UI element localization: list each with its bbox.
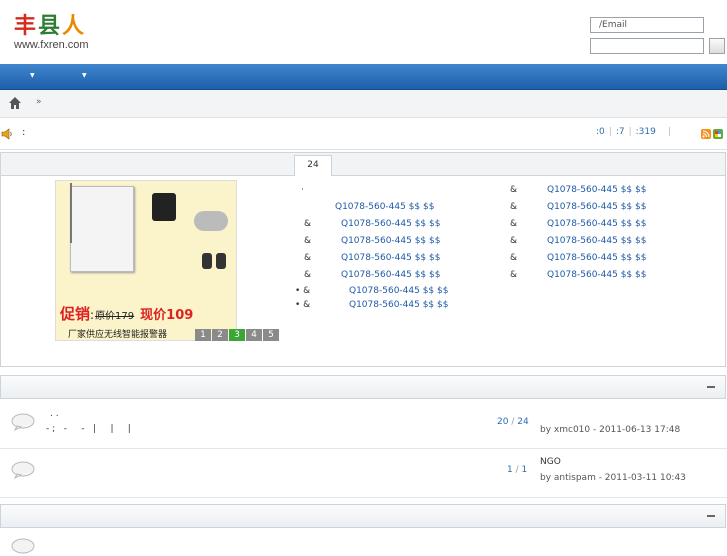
nav-dropdown-arrow-icon[interactable]: ▼ <box>82 73 87 79</box>
thread-link[interactable]: Q1078-560-445 $$ $$ <box>349 286 448 296</box>
adapter-image <box>152 193 176 221</box>
forum-row: . . - ; - - | | | 20 / 24 by xmc010 - 20… <box>0 400 727 449</box>
last-post-title[interactable]: NGO <box>540 457 561 467</box>
promo-page-5[interactable]: 5 <box>263 329 279 341</box>
forum-counts: 1 / 1 <box>507 465 528 475</box>
home-icon[interactable] <box>8 96 22 110</box>
list-bullet: & <box>304 236 312 246</box>
showcase-panel: 24 促销:原价179 现价109 厂家供应无线智能报警器 · Q1078-560-… <box>0 152 726 367</box>
promo-price-line: 促销:原价179 现价109 <box>60 305 194 323</box>
forum-bubble-icon <box>11 538 35 554</box>
password-field[interactable] <box>590 38 704 54</box>
breadcrumb-separator: » <box>36 97 42 107</box>
thread-link[interactable]: Q1078-560-445 $$ $$ <box>341 236 440 246</box>
list-bullet: & <box>304 253 312 263</box>
notice-text: : <box>22 127 26 138</box>
list-bullet: & <box>304 219 312 229</box>
notice-bar: : :0 |:7 |:319 | <box>0 118 727 150</box>
collapse-icon[interactable] <box>707 386 715 388</box>
forum-counts: 20 / 24 <box>497 417 529 427</box>
remote-image <box>202 253 212 269</box>
list-bullet: & <box>510 236 518 246</box>
list-bullet: & <box>304 270 312 280</box>
sensor-image <box>194 211 228 231</box>
promo-page-3[interactable]: 3 <box>229 329 245 341</box>
stat-total: :319 <box>635 127 656 137</box>
forum-bubble-icon <box>11 461 35 479</box>
showcase-tabs: 24 <box>1 153 725 176</box>
nav-dropdown-arrow-icon[interactable]: ▼ <box>30 73 35 79</box>
thread-link[interactable]: Q1078-560-445 $$ $$ <box>547 202 646 212</box>
feed-icon[interactable] <box>713 129 723 139</box>
topic-count: 1 <box>507 465 513 475</box>
thread-link[interactable]: Q1078-560-445 $$ $$ <box>349 300 448 310</box>
list-bullet: & <box>510 185 518 195</box>
stat-yesterday: :7 <box>615 127 625 137</box>
new-price: 现价109 <box>140 308 194 323</box>
remote-image <box>216 253 226 269</box>
topic-count: 20 <box>497 417 509 427</box>
list-bullet: & <box>510 270 518 280</box>
rss-icon[interactable] <box>701 129 711 139</box>
last-post[interactable]: by antispam - 2011-03-11 10:43 <box>540 473 686 483</box>
breadcrumb: » <box>0 90 727 118</box>
promo-footer: 厂家供应无线智能报警器 <box>68 330 168 340</box>
logo-url: www.fxren.com <box>14 39 89 51</box>
list-bullet: & <box>510 219 518 229</box>
list-bullet: • & <box>295 286 311 296</box>
thread-link[interactable]: Q1078-560-445 $$ $$ <box>341 219 440 229</box>
forum-row: 1 / 1 NGO by antispam - 2011-03-11 10:43 <box>0 449 727 498</box>
promo-page-4[interactable]: 4 <box>246 329 262 341</box>
forum-description: - ; - - | | | <box>46 424 131 434</box>
post-count: 1 <box>521 465 528 475</box>
list-bullet: & <box>510 202 518 212</box>
promo-image[interactable]: 促销:原价179 现价109 厂家供应无线智能报警器 <box>55 180 237 341</box>
forum-stats: :0 |:7 |:319 | <box>596 127 671 137</box>
thread-link[interactable]: Q1078-560-445 $$ $$ <box>547 253 646 263</box>
login-button[interactable] <box>709 38 725 54</box>
thread-link[interactable]: Q1078-560-445 $$ $$ <box>547 270 646 280</box>
forum-bubble-icon <box>11 413 35 431</box>
last-post[interactable]: by xmc010 - 2011-06-13 17:48 <box>540 425 680 435</box>
logo-text: 丰县人 <box>14 13 87 39</box>
stat-today: :0 <box>596 127 605 137</box>
thread-link[interactable]: Q1078-560-445 $$ $$ <box>547 185 646 195</box>
thread-link[interactable]: Q1078-560-445 $$ $$ <box>335 202 434 212</box>
promo-page-2[interactable]: 2 <box>212 329 228 341</box>
forum-category-header <box>0 504 726 528</box>
promo-page-1[interactable]: 1 <box>195 329 211 341</box>
speaker-icon <box>1 128 12 140</box>
thread-link[interactable]: Q1078-560-445 $$ $$ <box>547 219 646 229</box>
tab-24[interactable]: 24 <box>294 155 332 176</box>
list-bullet: & <box>510 253 518 263</box>
site-logo[interactable]: 丰县人 www.fxren.com <box>14 14 89 51</box>
list-bullet: · <box>301 185 304 195</box>
promo-word: 促销 <box>60 305 91 323</box>
site-header: 丰县人 www.fxren.com /Email <box>0 0 727 64</box>
forum-category-header <box>0 375 726 399</box>
forum-title[interactable]: . . <box>50 409 59 419</box>
thread-link[interactable]: Q1078-560-445 $$ $$ <box>341 253 440 263</box>
antenna-image <box>70 183 72 243</box>
main-nav: ▼ ▼ <box>0 64 727 90</box>
old-price: 原价179 <box>95 311 135 322</box>
list-bullet: • & <box>295 300 311 310</box>
alarm-device-image <box>70 186 134 272</box>
collapse-icon[interactable] <box>707 515 715 517</box>
post-count: 24 <box>517 417 529 427</box>
thread-link[interactable]: Q1078-560-445 $$ $$ <box>547 236 646 246</box>
thread-link[interactable]: Q1078-560-445 $$ $$ <box>341 270 440 280</box>
username-email-field[interactable]: /Email <box>590 17 704 33</box>
